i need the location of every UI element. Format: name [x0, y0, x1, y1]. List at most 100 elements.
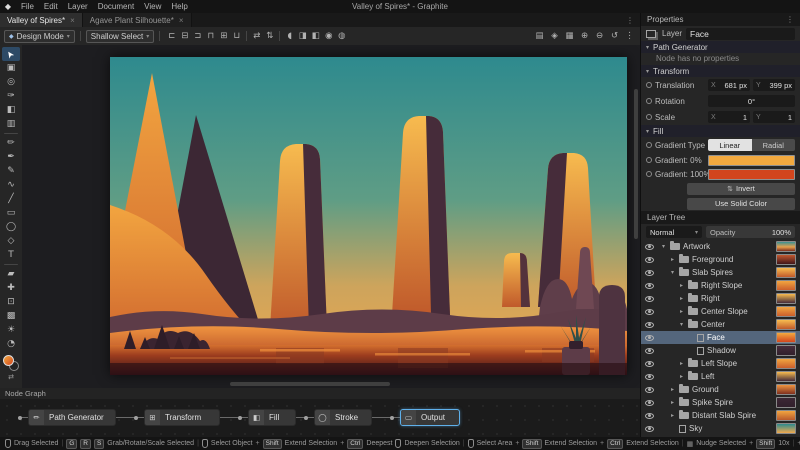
expand-arrow-icon[interactable] — [669, 386, 676, 393]
detail-tool[interactable]: ◔ — [2, 337, 20, 351]
boolean-subtract-front-icon[interactable]: ◨ — [296, 30, 309, 43]
parameter-dot[interactable] — [646, 114, 652, 120]
visibility-eye-icon[interactable] — [645, 295, 654, 302]
pen-tool[interactable]: ✒ — [2, 150, 20, 164]
blend-mode-dropdown[interactable]: Normal ▾ — [646, 226, 702, 238]
visibility-eye-icon[interactable] — [645, 308, 654, 315]
swap-colors-icon[interactable]: ⇄ — [8, 373, 14, 381]
align-left-icon[interactable]: ⊏ — [165, 30, 178, 43]
tab-close-icon[interactable]: × — [70, 16, 75, 25]
menu-item[interactable]: Help — [166, 0, 192, 13]
node-connector-dot[interactable] — [390, 416, 394, 420]
vertical-scrollbar-thumb[interactable] — [634, 89, 638, 239]
align-v-center-icon[interactable]: ⊞ — [217, 30, 230, 43]
layer-row[interactable]: Artwork — [641, 240, 800, 253]
visibility-eye-icon[interactable] — [645, 373, 654, 380]
layer-name-field[interactable]: Face — [686, 27, 795, 40]
visibility-eye-icon[interactable] — [645, 386, 654, 393]
graph-node[interactable]: ▭ Output — [400, 409, 460, 426]
visibility-eye-icon[interactable] — [645, 412, 654, 419]
layer-row[interactable]: Ground — [641, 383, 800, 396]
graph-node[interactable]: ◯ Stroke — [314, 409, 372, 426]
parameter-dot[interactable] — [646, 82, 652, 88]
expand-arrow-icon[interactable] — [669, 412, 676, 419]
brush-tool[interactable]: ▰ — [2, 267, 20, 281]
layer-row[interactable]: Left — [641, 370, 800, 383]
line-tool[interactable]: ╱ — [2, 192, 20, 206]
visibility-eye-icon[interactable] — [645, 360, 654, 367]
menu-item[interactable]: Edit — [39, 0, 63, 13]
visibility-eye-icon[interactable] — [645, 347, 654, 354]
relight-tool[interactable]: ☀ — [2, 323, 20, 337]
artboard-tool[interactable]: ▣ — [2, 61, 20, 75]
app-logo-icon[interactable]: ◆ — [0, 2, 16, 11]
opacity-slider[interactable]: Opacity 100% — [706, 226, 795, 238]
node-connector-dot[interactable] — [134, 416, 138, 420]
toolbar-icon[interactable] — [246, 31, 248, 41]
canvas-viewport[interactable] — [22, 45, 640, 388]
layer-row[interactable]: Sky — [641, 422, 800, 435]
layer-row[interactable]: Shadow — [641, 344, 800, 357]
layer-row[interactable]: Left Slope — [641, 357, 800, 370]
expand-arrow-icon[interactable] — [660, 243, 667, 250]
visibility-eye-icon[interactable] — [645, 269, 654, 276]
layer-row[interactable]: Face — [641, 331, 800, 344]
tab-close-icon[interactable]: × — [179, 16, 184, 25]
boolean-union-icon[interactable]: ◖ — [283, 30, 296, 43]
section-transform[interactable]: ▾ Transform — [641, 65, 800, 77]
expand-arrow-icon[interactable] — [678, 373, 685, 380]
expand-arrow-icon[interactable] — [678, 308, 685, 315]
graph-node[interactable]: ◧ Fill — [248, 409, 296, 426]
panel-options-icon[interactable]: ⋮ — [786, 15, 794, 24]
heal-tool[interactable]: ✚ — [2, 281, 20, 295]
parameter-dot[interactable] — [646, 157, 652, 163]
fill-tool[interactable]: ◧ — [2, 103, 20, 117]
layer-row[interactable]: Distant Slab Spire — [641, 409, 800, 422]
text-tool[interactable]: T — [2, 248, 20, 262]
parameter-dot[interactable] — [646, 98, 652, 104]
node-connector-dot[interactable] — [238, 416, 242, 420]
align-h-center-icon[interactable]: ⊟ — [178, 30, 191, 43]
menu-item[interactable]: Layer — [63, 0, 93, 13]
scale-y-input[interactable]: Y 1 — [753, 111, 795, 123]
section-fill[interactable]: ▾ Fill — [641, 125, 800, 137]
flip-horizontal-icon[interactable]: ⇄ — [250, 30, 263, 43]
tool-button[interactable] — [4, 264, 18, 265]
snapping-icon[interactable]: ◈ — [548, 30, 561, 43]
align-top-icon[interactable]: ⊓ — [204, 30, 217, 43]
translation-y-input[interactable]: Y 399 px — [753, 79, 795, 91]
boolean-subtract-back-icon[interactable]: ◧ — [309, 30, 322, 43]
menu-item[interactable]: File — [16, 0, 39, 13]
scale-x-input[interactable]: X 1 — [708, 111, 750, 123]
design-mode-dropdown[interactable]: ◆ Design Mode ▾ — [4, 29, 75, 43]
visibility-eye-icon[interactable] — [645, 256, 654, 263]
node-connector-dot[interactable] — [18, 416, 22, 420]
expand-arrow-icon[interactable] — [678, 295, 685, 302]
node-connector-dot[interactable] — [304, 416, 308, 420]
vertical-scrollbar[interactable] — [634, 45, 638, 388]
align-bottom-icon[interactable]: ⊔ — [230, 30, 243, 43]
navigate-tool[interactable]: ◎ — [2, 75, 20, 89]
grid-icon[interactable]: ▦ — [563, 30, 576, 43]
patch-tool[interactable]: ▩ — [2, 309, 20, 323]
parameter-dot[interactable] — [646, 171, 652, 177]
gradient-stop0-swatch[interactable] — [708, 154, 795, 166]
ellipse-tool[interactable]: ◯ — [2, 220, 20, 234]
clone-tool[interactable]: ⊡ — [2, 295, 20, 309]
layer-row[interactable]: Right — [641, 292, 800, 305]
layer-row[interactable]: Center — [641, 318, 800, 331]
align-right-icon[interactable]: ⊐ — [191, 30, 204, 43]
visibility-eye-icon[interactable] — [645, 282, 654, 289]
rectangle-tool[interactable]: ▭ — [2, 206, 20, 220]
expand-arrow-icon[interactable] — [678, 282, 685, 289]
zoom-out-icon[interactable]: ⊖ — [593, 30, 606, 43]
visibility-eye-icon[interactable] — [645, 399, 654, 406]
menu-item[interactable]: Document — [93, 0, 139, 13]
freehand-tool[interactable]: ✎ — [2, 164, 20, 178]
layer-row[interactable]: Center Slope — [641, 305, 800, 318]
document-tab[interactable]: Agave Plant Silhouette* × — [82, 13, 192, 27]
visibility-eye-icon[interactable] — [645, 321, 654, 328]
primary-color-swatch[interactable] — [3, 355, 14, 366]
node-graph-canvas[interactable]: ✏ Path Generator ⊞ Transform ◧ Fill ◯ St… — [0, 399, 640, 437]
gradient-tool[interactable]: ▥ — [2, 117, 20, 131]
